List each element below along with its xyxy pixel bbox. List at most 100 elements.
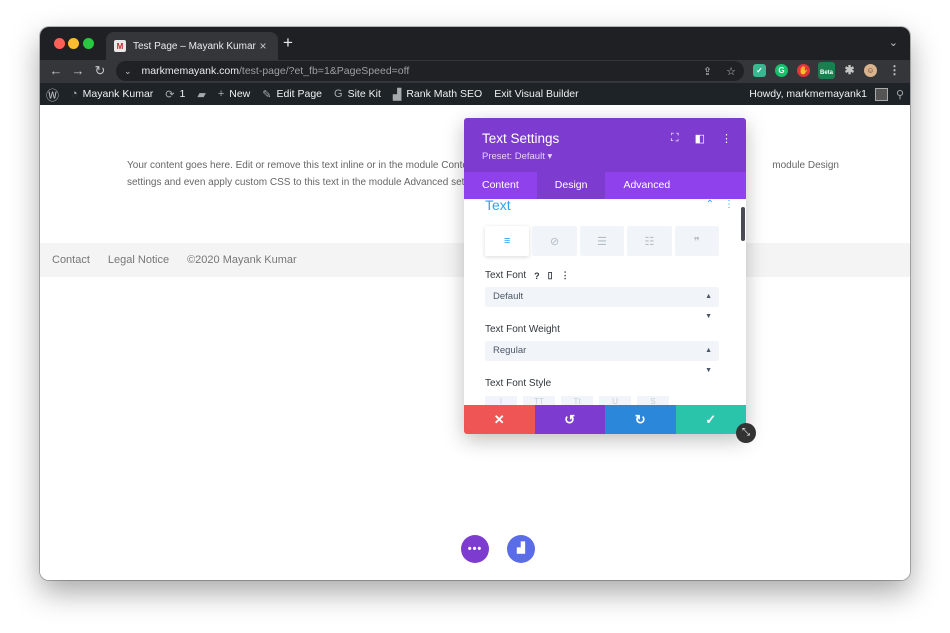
- field-menu-icon[interactable]: ⋮: [561, 270, 570, 281]
- updates-icon: ⟳: [165, 88, 175, 101]
- back-icon[interactable]: ←: [48, 63, 64, 79]
- modal-body: Text ⌃ ⋮ ≡ ⊘ ☰ ☷ ❞ Text Font ? ▯ ⋮ Defau…: [464, 199, 746, 405]
- redo-button[interactable]: ↻: [605, 405, 676, 434]
- text-orientation-row: ≡ ⊘ ☰ ☷ ❞: [485, 226, 720, 256]
- browser-menu-icon[interactable]: ⋮: [888, 64, 901, 77]
- admin-updates[interactable]: ⟳ 1: [165, 88, 185, 101]
- align-left-icon[interactable]: ≡: [485, 226, 530, 256]
- tab-advanced[interactable]: Advanced: [605, 172, 688, 199]
- body-text-line-1: Your content goes here. Edit or remove t…: [127, 160, 468, 171]
- address-bar[interactable]: ⌄ markmemayank.com /test-page/?et_fb=1&P…: [116, 61, 744, 81]
- beta-extension-icon[interactable]: Beta: [818, 62, 835, 79]
- text-font-weight-select[interactable]: Regular ▲ ▼: [485, 341, 719, 374]
- adblock-extension-icon[interactable]: ✋: [797, 64, 810, 77]
- pencil-icon: ✎: [262, 88, 272, 101]
- page-speed-button[interactable]: ▟: [507, 535, 535, 563]
- admin-comments[interactable]: ▰: [197, 88, 205, 101]
- tab-close-icon[interactable]: ×: [256, 39, 270, 53]
- share-icon[interactable]: ⇪: [703, 65, 712, 78]
- site-info-chevron-icon[interactable]: ⌄: [124, 66, 132, 77]
- admin-rank-math[interactable]: ▟ Rank Math SEO: [393, 88, 482, 101]
- numbered-list-icon[interactable]: ☷: [627, 226, 672, 256]
- responsive-phone-icon[interactable]: ▯: [548, 270, 553, 281]
- wp-admin-bar: Ⓦ ◔ Mayank Kumar ⟳ 1 ▰ + New ✎ Edit Page G Si…: [40, 83, 910, 105]
- dashboard-gauge-icon: ◔: [71, 88, 78, 100]
- reload-icon[interactable]: ↻: [92, 63, 108, 79]
- modal-title: Text Settings: [482, 131, 560, 146]
- admin-howdy-user[interactable]: Howdy, markmemayank1: [749, 88, 867, 100]
- site-favicon-icon: M: [114, 40, 126, 52]
- section-menu-icon[interactable]: ⋮: [724, 199, 734, 210]
- browser-tab-active[interactable]: M Test Page – Mayank Kumar ×: [106, 32, 278, 60]
- modal-footer: ✕ ↺ ↻ ✓: [464, 405, 746, 434]
- comments-icon: ▰: [197, 88, 206, 101]
- preset-dropdown[interactable]: Preset: Default ▾: [482, 151, 552, 162]
- resize-handle-icon[interactable]: ⤡: [736, 423, 756, 443]
- select-caret-icon: ▲ ▼: [705, 293, 712, 320]
- maximize-window-button[interactable]: [83, 38, 94, 49]
- text-font-label: Text Font ? ▯ ⋮: [485, 270, 570, 281]
- fullscreen-icon[interactable]: ⛶: [671, 132, 679, 145]
- builder-options-button[interactable]: •••: [461, 535, 489, 563]
- italic-icon[interactable]: I: [485, 396, 517, 405]
- tab-content[interactable]: Content: [464, 172, 537, 199]
- strikethrough-icon[interactable]: S: [637, 396, 669, 405]
- collapse-chevron-icon[interactable]: ⌃: [706, 199, 714, 210]
- redo-icon: ↻: [634, 411, 646, 427]
- text-font-select[interactable]: Default ▲ ▼: [485, 287, 719, 320]
- modal-menu-icon[interactable]: ⋮: [721, 132, 732, 145]
- screenshot-stage: M Test Page – Mayank Kumar × + ⌄ ← → ↻ ⌄…: [0, 0, 950, 633]
- admin-new[interactable]: + New: [218, 88, 250, 100]
- url-path: /test-page/?et_fb=1&PageSpeed=off: [239, 65, 410, 77]
- extensions-puzzle-icon[interactable]: ✱: [843, 64, 856, 77]
- footer-link-legal[interactable]: Legal Notice: [108, 254, 169, 266]
- text-font-weight-label: Text Font Weight: [485, 324, 560, 335]
- snap-sidebar-icon[interactable]: ◧: [695, 132, 705, 145]
- modal-header[interactable]: Text Settings Preset: Default ▾ ⛶ ◧ ⋮: [464, 118, 746, 172]
- rank-math-icon: ▟: [392, 88, 402, 101]
- minimize-window-button[interactable]: [68, 38, 79, 49]
- grammarly-extension-icon[interactable]: G: [775, 64, 788, 77]
- browser-window: M Test Page – Mayank Kumar × + ⌄ ← → ↻ ⌄…: [40, 27, 910, 580]
- admin-exit-visual-builder[interactable]: Exit Visual Builder: [494, 88, 578, 100]
- capitalize-icon[interactable]: Tt: [561, 396, 593, 405]
- body-text-line-1-right: module Design: [772, 160, 839, 171]
- undo-button[interactable]: ↺: [534, 405, 605, 434]
- tab-title: Test Page – Mayank Kumar: [133, 40, 256, 52]
- admin-site-kit[interactable]: G Site Kit: [334, 88, 381, 100]
- quote-icon[interactable]: ❞: [674, 226, 720, 256]
- text-font-style-label: Text Font Style: [485, 378, 552, 389]
- admin-site-name[interactable]: ◔ Mayank Kumar: [71, 88, 153, 100]
- check-icon: ✓: [705, 411, 717, 427]
- footer-link-contact[interactable]: Contact: [52, 254, 90, 266]
- admin-edit-page[interactable]: ✎ Edit Page: [262, 88, 322, 101]
- footer-copyright: ©2020 Mayank Kumar: [187, 254, 297, 266]
- help-icon[interactable]: ?: [534, 271, 540, 281]
- close-window-button[interactable]: [54, 38, 65, 49]
- underline-icon[interactable]: U: [599, 396, 631, 405]
- uppercase-icon[interactable]: TT: [523, 396, 555, 405]
- google-g-icon: G: [334, 88, 343, 100]
- close-icon: ✕: [493, 411, 505, 427]
- modal-tabs: Content Design Advanced: [464, 172, 746, 199]
- select-caret-icon: ▲ ▼: [705, 347, 712, 374]
- new-tab-button[interactable]: +: [283, 34, 293, 52]
- modal-scrollbar[interactable]: [741, 207, 745, 241]
- wordpress-logo-icon[interactable]: Ⓦ: [46, 85, 59, 104]
- discard-button[interactable]: ✕: [464, 405, 535, 434]
- admin-avatar[interactable]: [874, 87, 888, 101]
- bookmark-star-icon[interactable]: ☆: [726, 65, 736, 78]
- bulleted-list-icon[interactable]: ☰: [579, 226, 625, 256]
- tab-design[interactable]: Design: [536, 172, 606, 199]
- forward-icon[interactable]: →: [70, 63, 86, 79]
- extension-shield-icon[interactable]: ✓: [753, 64, 766, 77]
- tab-strip: M Test Page – Mayank Kumar × + ⌄: [40, 27, 910, 60]
- undo-icon: ↺: [564, 411, 576, 427]
- text-settings-modal: Text Settings Preset: Default ▾ ⛶ ◧ ⋮ Co…: [464, 118, 746, 434]
- no-style-icon[interactable]: ⊘: [532, 226, 577, 256]
- admin-search-icon[interactable]: ⚲: [896, 88, 904, 101]
- profile-avatar-icon[interactable]: ☺: [864, 64, 877, 77]
- tab-search-chevron-icon[interactable]: ⌄: [889, 36, 898, 49]
- font-style-buttons: I TT Tt U S: [485, 396, 669, 405]
- section-title-text[interactable]: Text: [485, 199, 511, 213]
